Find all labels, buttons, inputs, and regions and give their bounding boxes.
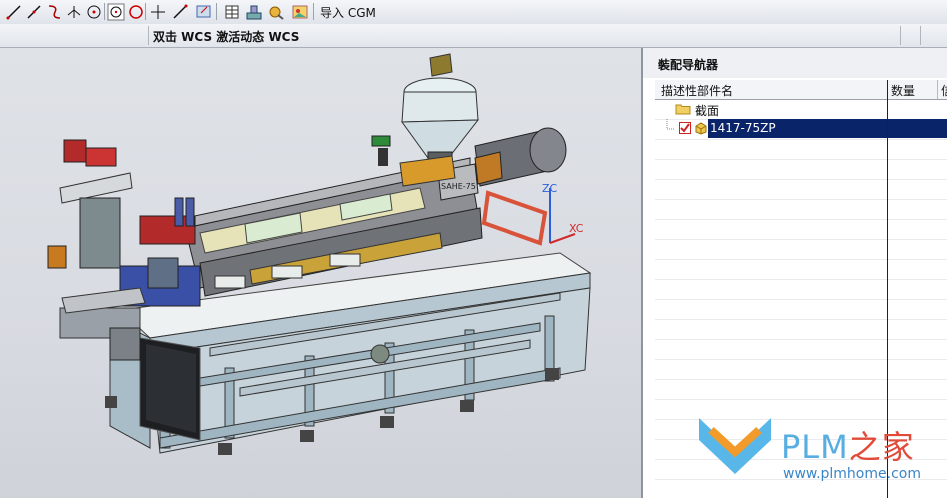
column-quantity[interactable]: 数量 [891, 82, 915, 99]
picture-icon[interactable] [290, 2, 310, 22]
selection-highlight: 1417-75ZP [708, 119, 947, 138]
folder-icon [675, 104, 691, 115]
axis-zc-label: ZC [542, 182, 558, 195]
extruder-assembly-model[interactable]: SAHE-75 ZC XC [0, 48, 641, 498]
circle-icon[interactable] [106, 2, 126, 22]
status-text: 双击 WCS 激活动态 WCS [153, 30, 300, 44]
logo-url: www.plmhome.com [783, 466, 921, 482]
model-label-plate: SAHE-75 [441, 182, 476, 191]
top-toolbar: 导入 CGM [0, 0, 947, 25]
plmhome-watermark-logo: PLM之家 www.plmhome.com [695, 412, 945, 490]
point-icon[interactable] [64, 2, 84, 22]
import-cgm-button[interactable]: 导入 CGM [320, 4, 376, 21]
logo-mark-icon [699, 418, 771, 474]
arc-icon[interactable] [44, 2, 64, 22]
status-bar: 双击 WCS 激活动态 WCS [0, 24, 947, 48]
column-info[interactable]: 信 [941, 82, 947, 99]
gear-tool-icon[interactable] [266, 2, 286, 22]
circle-icon[interactable] [126, 2, 146, 22]
line-tool-icon[interactable] [170, 2, 190, 22]
grid-icon[interactable] [222, 2, 242, 22]
tree-row-part[interactable]: 1417-75ZP [655, 119, 947, 138]
assembly-icon[interactable] [244, 2, 264, 22]
circle-point-icon[interactable] [84, 2, 104, 22]
cross-icon[interactable] [148, 2, 168, 22]
tree-connector [666, 119, 675, 130]
navigator-title-bar: 装配导航器 ⌀ [643, 48, 947, 78]
tree-label-part: 1417-75ZP [710, 121, 776, 135]
axis-xc-label: XC [569, 222, 584, 235]
line-angle-icon[interactable] [24, 2, 44, 22]
line-icon[interactable] [4, 2, 24, 22]
tree-label-section: 截面 [695, 104, 720, 118]
tree-row-section[interactable]: 截面 [655, 100, 947, 119]
logo-brand-text: PLM之家 [781, 428, 915, 466]
navigator-column-header: 描述性部件名 数量 信 [655, 80, 947, 100]
view-icon[interactable] [194, 2, 214, 22]
graphics-viewport[interactable]: SAHE-75 ZC XC [0, 48, 641, 498]
checkbox-checked-icon[interactable] [679, 122, 691, 134]
assembly-part-icon [695, 122, 707, 135]
pin-icon[interactable]: ⌀ [658, 56, 945, 69]
column-name[interactable]: 描述性部件名 [661, 82, 733, 99]
